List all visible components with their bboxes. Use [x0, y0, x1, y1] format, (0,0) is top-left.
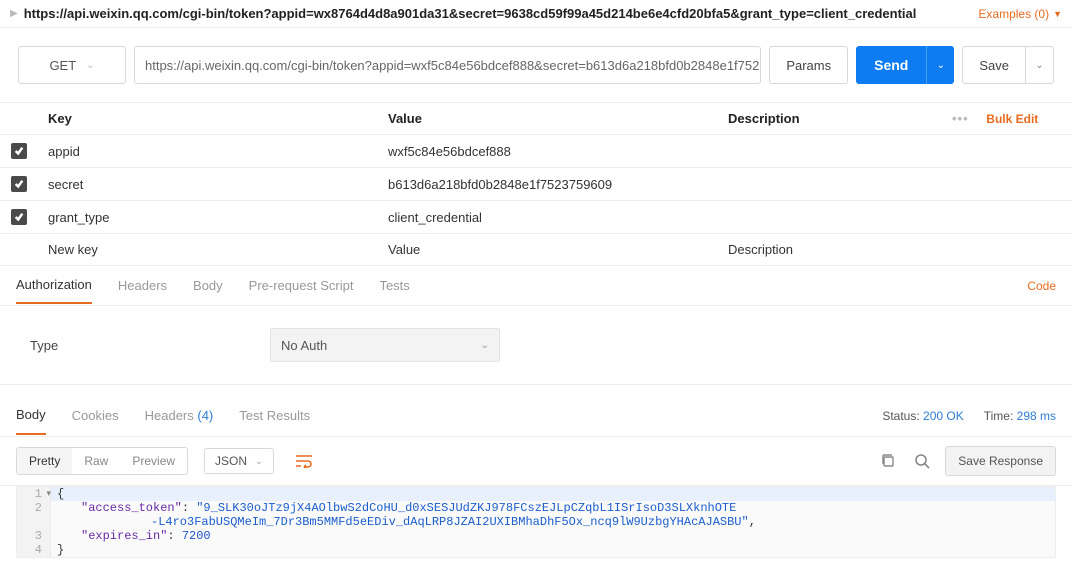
- tab-prereq[interactable]: Pre-request Script: [249, 268, 354, 303]
- param-value[interactable]: b613d6a218bfd0b2848e1f7523759609: [378, 168, 718, 201]
- chevron-down-icon: ⌄: [481, 340, 489, 351]
- param-key[interactable]: grant_type: [38, 201, 378, 234]
- auth-type-label: Type: [30, 338, 270, 353]
- format-select[interactable]: JSON ⌄: [204, 448, 274, 474]
- code-link[interactable]: Code: [1027, 279, 1056, 293]
- table-row: secret b613d6a218bfd0b2848e1f7523759609: [0, 168, 1072, 201]
- bulk-edit-link[interactable]: Bulk Edit: [986, 112, 1038, 126]
- params-table: Key Value Description ••• Bulk Edit appi…: [0, 103, 1072, 266]
- tab-headers[interactable]: Headers: [118, 268, 167, 303]
- copy-icon[interactable]: [877, 450, 899, 472]
- time-info: Time: 298 ms: [984, 409, 1056, 423]
- method-value: GET: [49, 58, 76, 73]
- resp-tab-headers[interactable]: Headers (4): [145, 397, 214, 434]
- table-row-new: New key Value Description: [0, 234, 1072, 266]
- fold-icon[interactable]: ▾: [46, 489, 51, 499]
- resp-tab-tests[interactable]: Test Results: [239, 397, 310, 434]
- param-key[interactable]: secret: [38, 168, 378, 201]
- save-button[interactable]: Save: [962, 46, 1026, 84]
- param-value[interactable]: wxf5c84e56bdcef888: [378, 135, 718, 168]
- checkbox-icon[interactable]: [11, 176, 27, 192]
- status-info: Status: 200 OK: [882, 409, 963, 423]
- chevron-down-icon: ⌄: [86, 60, 94, 71]
- col-description: Description: [718, 103, 942, 135]
- method-select[interactable]: GET ⌄: [18, 46, 126, 84]
- expand-icon[interactable]: ▶: [10, 8, 18, 19]
- tab-authorization[interactable]: Authorization: [16, 267, 92, 304]
- new-key[interactable]: New key: [38, 234, 378, 266]
- response-body[interactable]: 1▾{ 2"access_token": "9_SLK30oJTz9jX4AOl…: [16, 486, 1056, 558]
- param-desc[interactable]: [718, 168, 942, 201]
- col-key: Key: [38, 103, 378, 135]
- param-desc[interactable]: [718, 201, 942, 234]
- view-pretty[interactable]: Pretty: [17, 448, 72, 474]
- table-row: grant_type client_credential: [0, 201, 1072, 234]
- auth-type-select[interactable]: No Auth ⌄: [270, 328, 500, 362]
- resp-tab-cookies[interactable]: Cookies: [72, 397, 119, 434]
- wrap-lines-icon[interactable]: [290, 447, 318, 475]
- view-raw[interactable]: Raw: [72, 448, 120, 474]
- tab-tests[interactable]: Tests: [379, 268, 409, 303]
- request-name: https://api.weixin.qq.com/cgi-bin/token?…: [24, 6, 979, 21]
- param-desc[interactable]: [718, 135, 942, 168]
- checkbox-icon[interactable]: [11, 143, 27, 159]
- search-icon[interactable]: [911, 450, 933, 472]
- view-mode-group: Pretty Raw Preview: [16, 447, 188, 475]
- view-preview[interactable]: Preview: [120, 448, 187, 474]
- examples-label: Examples (0): [978, 7, 1049, 21]
- param-value[interactable]: client_credential: [378, 201, 718, 234]
- new-desc[interactable]: Description: [718, 234, 942, 266]
- url-input[interactable]: https://api.weixin.qq.com/cgi-bin/token?…: [134, 46, 761, 84]
- caret-down-icon: ▼: [1053, 9, 1062, 19]
- chevron-down-icon: ⌄: [255, 456, 263, 467]
- checkbox-icon[interactable]: [11, 209, 27, 225]
- params-button[interactable]: Params: [769, 46, 848, 84]
- auth-type-value: No Auth: [281, 338, 327, 353]
- send-dropdown[interactable]: ⌄: [926, 46, 954, 84]
- col-value: Value: [378, 103, 718, 135]
- more-icon[interactable]: •••: [952, 111, 969, 126]
- table-row: appid wxf5c84e56bdcef888: [0, 135, 1072, 168]
- resp-tab-body[interactable]: Body: [16, 396, 46, 435]
- param-key[interactable]: appid: [38, 135, 378, 168]
- examples-dropdown[interactable]: Examples (0) ▼: [978, 7, 1062, 21]
- tab-body[interactable]: Body: [193, 268, 223, 303]
- save-dropdown[interactable]: ⌄: [1026, 46, 1054, 84]
- send-button[interactable]: Send: [856, 46, 926, 84]
- save-response-button[interactable]: Save Response: [945, 446, 1056, 476]
- new-value[interactable]: Value: [378, 234, 718, 266]
